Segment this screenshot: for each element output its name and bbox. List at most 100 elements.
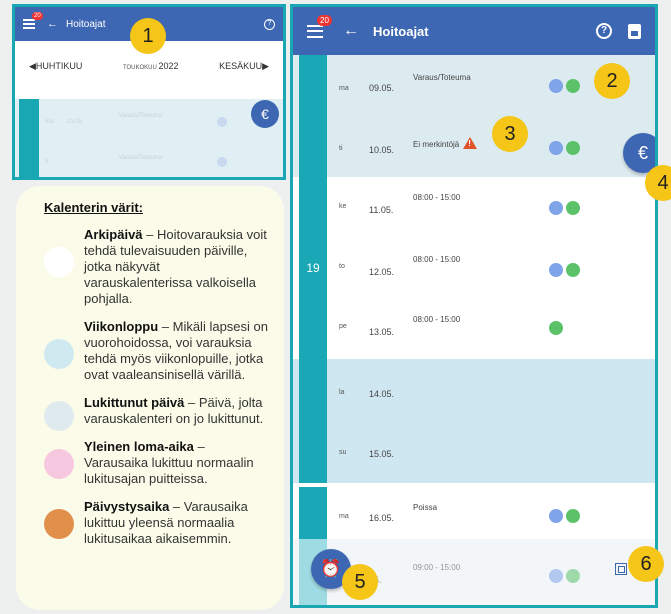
back-arrow-icon[interactable]: ← xyxy=(343,22,359,40)
row-date: 16.05. xyxy=(369,513,395,523)
legend-swatch xyxy=(44,247,74,277)
euro-button[interactable]: € xyxy=(251,100,279,128)
attendance-dot xyxy=(566,263,580,277)
legend-swatch xyxy=(44,509,74,539)
day-row[interactable]: la 14.05. xyxy=(329,361,655,421)
mini-day-list: ma 23.05. Varaus/Toteuma ti Varaus/Toteu… xyxy=(15,99,283,177)
reservation-dot xyxy=(549,201,563,215)
status-dots xyxy=(549,79,580,93)
help-icon[interactable]: ? xyxy=(264,18,275,30)
attendance-dot xyxy=(566,79,580,93)
legend-item-duty: Päivystysaika – Varausaika lukittuu ylee… xyxy=(44,499,270,547)
status-dots xyxy=(549,263,580,277)
day-row[interactable]: to 12.05. 08:00 - 15:00 xyxy=(329,241,655,299)
legend-title: Kalenterin värit: xyxy=(44,200,143,215)
legend-item-locked: Lukittunut päivä – Päivä, jolta varauska… xyxy=(44,395,270,431)
app-bar: 20 ← Hoitoajat ? xyxy=(293,7,655,55)
row-day: ke xyxy=(339,203,347,210)
row-desc: 08:00 - 15:00 xyxy=(413,193,461,202)
row-desc-text: Ei merkintöjä xyxy=(413,140,460,149)
legend-item-weekend: Viikonloppu – Mikäli lapsesi on vuorohoi… xyxy=(44,319,270,383)
next-month-button[interactable]: KESÄKUU▶ xyxy=(219,61,269,72)
reservation-dot xyxy=(549,263,563,277)
legend-swatch xyxy=(44,449,74,479)
day-row[interactable]: ti 10.05. Ei merkintöjä xyxy=(329,117,655,177)
mini-row-text: Varaus/Toteuma xyxy=(119,113,163,119)
marker-6: 6 xyxy=(628,546,664,582)
marker-1: 1 xyxy=(130,18,166,54)
marker-5: 5 xyxy=(342,564,378,600)
week-column: 19 xyxy=(299,55,327,483)
row-desc: 08:00 - 15:00 xyxy=(413,255,461,264)
save-icon[interactable] xyxy=(628,23,641,39)
status-dots xyxy=(549,141,580,155)
attendance-dot xyxy=(549,321,563,335)
legend-swatch xyxy=(44,339,74,369)
status-dots xyxy=(549,509,580,523)
attendance-dot xyxy=(566,509,580,523)
row-day: ti xyxy=(339,145,343,152)
row-date: 11.05. xyxy=(369,205,394,215)
legend-item-name: Viikonloppu xyxy=(84,319,159,334)
screenshot-root: 20 ← Hoitoajat ? ◀HUHTIKUU TOUKOKUU 2022… xyxy=(0,0,671,614)
legend-item-name: Päivystysaika xyxy=(84,499,170,514)
row-day: la xyxy=(339,389,345,396)
row-desc: 08:00 - 15:00 xyxy=(413,315,461,324)
help-icon[interactable]: ? xyxy=(596,23,612,39)
week-stripe xyxy=(19,99,39,177)
status-dots xyxy=(549,201,580,215)
legend-item-holiday: Yleinen loma-aika – Varausaika lukittuu … xyxy=(44,439,270,487)
mini-row-date: 23.05. xyxy=(67,119,84,125)
reservation-dot xyxy=(549,509,563,523)
reservation-dot xyxy=(549,569,563,583)
mini-title: Hoitoajat xyxy=(66,18,106,30)
prev-month-button[interactable]: ◀HUHTIKUU xyxy=(29,61,82,72)
legend-item-weekday: Arkipäivä – Hoitovarauksia voit tehdä tu… xyxy=(44,227,270,307)
reservation-dot xyxy=(549,79,563,93)
menu-icon[interactable] xyxy=(23,19,35,29)
day-row[interactable]: su 15.05. xyxy=(329,421,655,481)
row-desc: Ei merkintöjä xyxy=(413,135,478,149)
week-number: 19 xyxy=(306,261,320,275)
attendance-dot xyxy=(566,569,580,583)
day-row[interactable]: ke 11.05. 08:00 - 15:00 xyxy=(329,179,655,239)
copy-icon[interactable] xyxy=(615,563,627,575)
row-desc: Varaus/Toteuma xyxy=(413,73,471,82)
mini-day-row[interactable]: ma 23.05. Varaus/Toteuma xyxy=(45,105,283,145)
status-dot xyxy=(217,157,227,167)
row-day: pe xyxy=(339,323,347,330)
current-month: TOUKOKUU 2022 xyxy=(123,61,179,71)
row-date: 09.05. xyxy=(369,83,395,93)
mini-row-text: Varaus/Toteuma xyxy=(119,155,163,161)
mini-day-row[interactable]: ti Varaus/Toteuma xyxy=(45,145,283,177)
menu-icon[interactable] xyxy=(307,24,323,38)
attendance-dot xyxy=(566,201,580,215)
calendar-color-legend: Kalenterin värit: Arkipäivä – Hoitovarau… xyxy=(16,186,284,610)
day-row[interactable]: ma 16.05. Poissa xyxy=(329,485,655,539)
legend-swatch xyxy=(44,401,74,431)
status-dots xyxy=(549,321,563,335)
legend-item-name: Yleinen loma-aika xyxy=(84,439,194,454)
status-dot xyxy=(217,117,227,127)
warning-icon xyxy=(463,137,478,149)
current-year: 2022 xyxy=(158,61,179,71)
row-day: to xyxy=(339,263,345,270)
row-day: su xyxy=(339,449,347,456)
reservation-dot xyxy=(549,141,563,155)
legend-item-name: Lukittunut päivä xyxy=(84,395,185,410)
notification-badge: 20 xyxy=(317,15,332,26)
marker-2: 2 xyxy=(594,63,630,99)
row-day: ma xyxy=(339,513,349,520)
day-row[interactable]: 05. 09:00 - 15:00 xyxy=(329,543,655,603)
mini-row-day: ti xyxy=(45,159,48,165)
current-month-name: TOUKOKUU xyxy=(122,65,157,71)
attendance-dot xyxy=(566,141,580,155)
day-row[interactable]: pe 13.05. 08:00 - 15:00 xyxy=(329,301,655,359)
row-date: 12.05. xyxy=(369,267,395,277)
notification-badge: 20 xyxy=(32,12,43,20)
row-date: 14.05. xyxy=(369,389,395,399)
row-day: ma xyxy=(339,85,349,92)
back-arrow-icon[interactable]: ← xyxy=(47,18,58,30)
page-title: Hoitoajat xyxy=(373,23,429,39)
mini-row-day: ma xyxy=(45,119,54,125)
